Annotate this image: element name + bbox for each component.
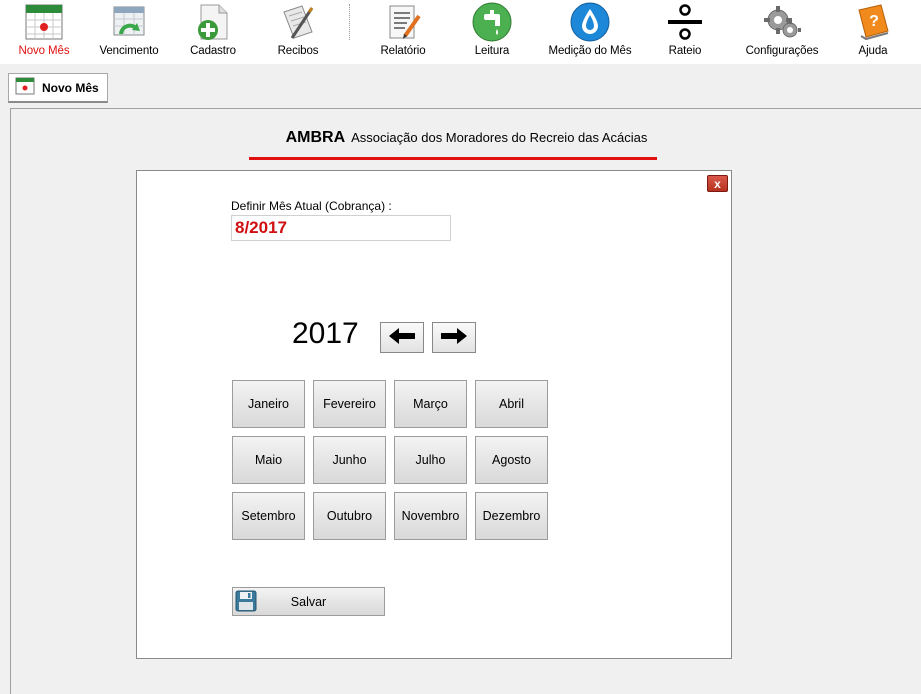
toolbar-label: Ajuda — [858, 45, 888, 57]
current-month-label: Definir Mês Atual (Cobrança) : — [231, 199, 392, 213]
brand-subtitle: Associação dos Moradores do Recreio das … — [351, 130, 648, 145]
toolbar-label: Leitura — [474, 45, 510, 57]
toolbar-separator — [349, 4, 350, 40]
current-month-field[interactable]: 8/2017 — [231, 215, 451, 241]
toolbar-label: Novo Mês — [18, 45, 70, 57]
next-year-button[interactable] — [432, 322, 476, 353]
toolbar-cadastro-button[interactable]: Cadastro — [186, 0, 240, 64]
month-button-janeiro[interactable]: Janeiro — [232, 380, 305, 428]
svg-text:?: ? — [869, 13, 879, 30]
divide-icon — [665, 2, 705, 42]
year-display: 2017 — [292, 317, 359, 350]
toolbar-label: Vencimento — [99, 45, 159, 57]
calendar-icon — [15, 76, 35, 99]
toolbar-vencimento-button[interactable]: Vencimento — [98, 0, 160, 64]
calendar-icon — [24, 2, 64, 42]
month-button-maio[interactable]: Maio — [232, 436, 305, 484]
save-button[interactable]: Salvar — [232, 587, 385, 616]
report-icon — [383, 2, 423, 42]
tab-label: Novo Mês — [42, 80, 99, 95]
toolbar-configuracoes-button[interactable]: Configurações — [744, 0, 820, 64]
main-panel: AMBRA Associação dos Moradores do Recreio… — [10, 108, 921, 694]
toolbar-medicao-button[interactable]: Medição do Mês — [548, 0, 632, 64]
water-drop-icon — [570, 2, 610, 42]
month-button-outubro[interactable]: Outubro — [313, 492, 386, 540]
save-button-label: Salvar — [290, 595, 327, 609]
toolbar-relatorio-button[interactable]: Relatório — [376, 0, 430, 64]
month-button-novembro[interactable]: Novembro — [394, 492, 467, 540]
toolbar-ajuda-button[interactable]: ? Ajuda — [850, 0, 896, 64]
help-book-icon: ? — [853, 2, 893, 42]
toolbar-label: Cadastro — [190, 45, 236, 57]
toolbar-leitura-button[interactable]: Leitura — [466, 0, 518, 64]
month-button-marco[interactable]: Março — [394, 380, 467, 428]
new-month-dialog: x Definir Mês Atual (Cobrança) : 8/2017 … — [136, 170, 732, 659]
toolbar-label: Medição do Mês — [548, 45, 632, 57]
toolbar-rateio-button[interactable]: Rateio — [663, 0, 707, 64]
arrow-right-icon — [441, 328, 467, 347]
month-button-setembro[interactable]: Setembro — [232, 492, 305, 540]
toolbar-label: Configurações — [745, 45, 819, 57]
month-button-fevereiro[interactable]: Fevereiro — [313, 380, 386, 428]
main-toolbar: Novo Mês Vencimento Cadastro Recibos Rel… — [0, 0, 921, 64]
prev-year-button[interactable] — [380, 322, 424, 353]
toolbar-label: Rateio — [668, 45, 702, 57]
brand-name: AMBRA — [285, 129, 346, 146]
header-underline — [249, 157, 657, 160]
arrow-left-icon — [389, 328, 415, 347]
calendar-refresh-icon — [109, 2, 149, 42]
faucet-icon — [472, 2, 512, 42]
toolbar-label: Relatório — [380, 45, 426, 57]
gears-icon — [762, 2, 802, 42]
toolbar-label: Recibos — [277, 45, 319, 57]
month-button-abril[interactable]: Abril — [475, 380, 548, 428]
close-button[interactable]: x — [707, 175, 728, 192]
toolbar-novo-mes-button[interactable]: Novo Mês — [14, 0, 74, 64]
tab-strip: Novo Mês — [0, 64, 921, 108]
month-button-julho[interactable]: Julho — [394, 436, 467, 484]
month-button-junho[interactable]: Junho — [313, 436, 386, 484]
toolbar-recibos-button[interactable]: Recibos — [272, 0, 324, 64]
month-button-dezembro[interactable]: Dezembro — [475, 492, 548, 540]
tab-novo-mes[interactable]: Novo Mês — [8, 73, 108, 103]
receipt-pen-icon — [278, 2, 318, 42]
document-add-icon — [193, 2, 233, 42]
month-button-agosto[interactable]: Agosto — [475, 436, 548, 484]
page-header: AMBRA Associação dos Moradores do Recreio… — [11, 129, 921, 147]
